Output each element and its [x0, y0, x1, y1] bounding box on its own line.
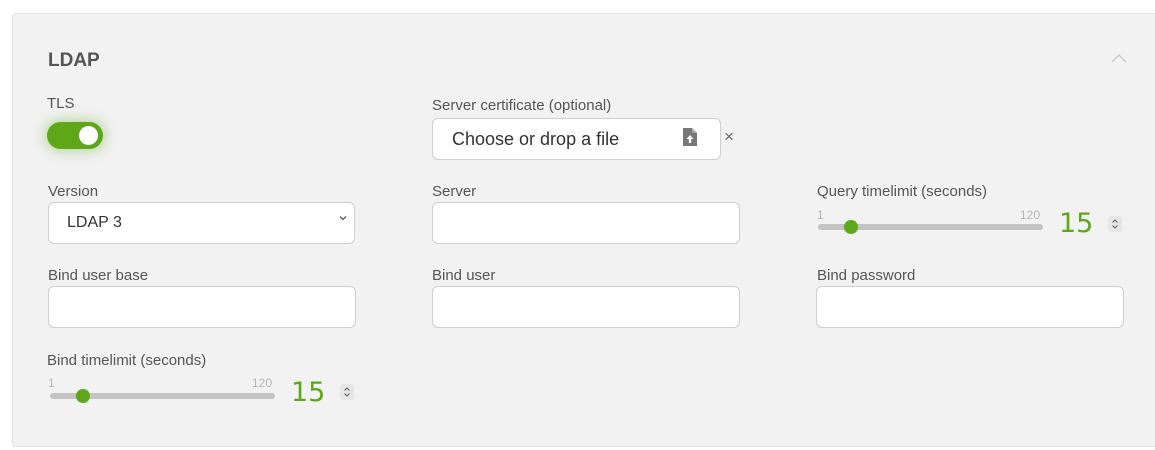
certificate-label: Server certificate (optional)	[432, 97, 612, 114]
version-label: Version	[48, 183, 99, 200]
server-input[interactable]	[432, 202, 740, 244]
bind-user-base-input[interactable]	[48, 286, 356, 328]
bind-timelimit-min: 1	[48, 376, 55, 390]
bind-timelimit-label: Bind timelimit (seconds)	[47, 352, 207, 369]
bind-timelimit-value: 15	[291, 377, 326, 408]
close-icon[interactable]: ×	[724, 127, 734, 147]
bind-password-input[interactable]	[816, 286, 1124, 328]
file-upload-icon[interactable]	[683, 128, 697, 146]
bind-user-label: Bind user	[432, 267, 496, 284]
toggle-knob	[79, 126, 98, 145]
query-timelimit-max: 120	[1020, 208, 1041, 222]
certificate-placeholder: Choose or drop a file	[452, 129, 620, 149]
query-timelimit-value: 15	[1059, 208, 1094, 239]
tls-toggle[interactable]	[47, 122, 103, 149]
query-timelimit-min: 1	[817, 208, 824, 222]
query-timelimit-thumb[interactable]	[844, 220, 858, 234]
section-title: LDAP	[48, 50, 100, 71]
query-timelimit-label: Query timelimit (seconds)	[817, 183, 988, 200]
bind-password-label: Bind password	[817, 267, 916, 284]
bind-timelimit-max: 120	[252, 376, 273, 390]
bind-user-input[interactable]	[432, 286, 740, 328]
tls-label: TLS	[47, 95, 75, 112]
version-selected: LDAP 3	[67, 214, 122, 231]
server-label: Server	[432, 183, 477, 200]
spinner-arrows-icon[interactable]	[1108, 216, 1122, 232]
chevron-down-icon	[339, 216, 347, 221]
chevron-up-icon[interactable]	[1109, 52, 1129, 66]
bind-user-base-label: Bind user base	[48, 267, 149, 284]
bind-timelimit-thumb[interactable]	[76, 389, 90, 403]
spinner-arrows-icon[interactable]	[340, 384, 354, 400]
